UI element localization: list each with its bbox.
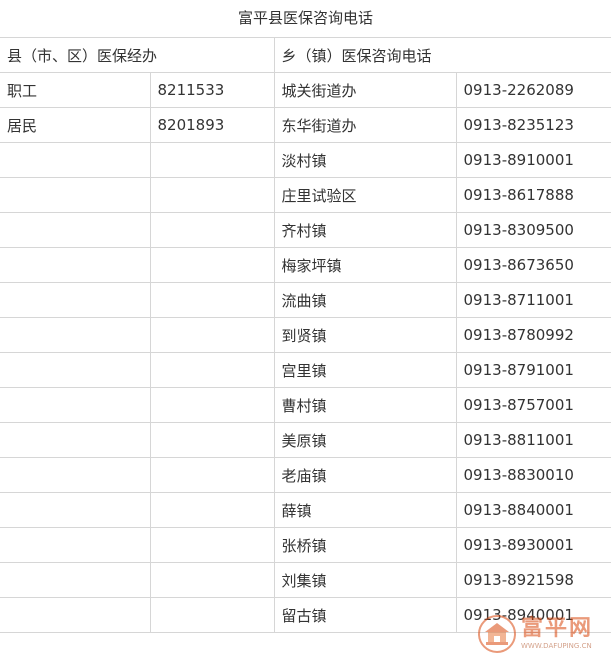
table-row: 曹村镇 0913-8757001 xyxy=(0,387,611,423)
empty-cell xyxy=(0,142,151,178)
empty-cell xyxy=(149,562,275,598)
township-name-cell: 张桥镇 xyxy=(273,527,457,563)
township-phone-cell: 0913-8617888 xyxy=(455,177,611,213)
township-phone-cell: 0913-2262089 xyxy=(455,72,611,108)
township-name-cell: 留古镇 xyxy=(273,597,457,633)
table-header-row: 县（市、区）医保经办 乡（镇）医保咨询电话 xyxy=(0,37,611,73)
township-name-cell: 齐村镇 xyxy=(273,212,457,248)
empty-cell xyxy=(149,457,275,493)
empty-cell xyxy=(0,352,151,388)
township-name-cell: 淡村镇 xyxy=(273,142,457,178)
township-name-cell: 流曲镇 xyxy=(273,282,457,318)
empty-cell xyxy=(0,562,151,598)
empty-cell xyxy=(0,422,151,458)
watermark-text: 富平网 xyxy=(521,616,594,641)
empty-cell xyxy=(0,282,151,318)
empty-cell xyxy=(0,177,151,213)
empty-cell xyxy=(149,492,275,528)
empty-cell xyxy=(0,387,151,423)
table-row: 居民 8201893 东华街道办 0913-8235123 xyxy=(0,107,611,143)
empty-cell xyxy=(149,527,275,563)
empty-cell xyxy=(149,352,275,388)
empty-cell xyxy=(149,212,275,248)
table-row: 老庙镇 0913-8830010 xyxy=(0,457,611,493)
page-title: 富平县医保咨询电话 xyxy=(237,9,373,27)
township-name-cell: 刘集镇 xyxy=(273,562,457,598)
empty-cell xyxy=(149,247,275,283)
table-row: 流曲镇 0913-8711001 xyxy=(0,282,611,318)
township-phone-cell: 0913-8673650 xyxy=(455,247,611,283)
table-row: 职工 8211533 城关街道办 0913-2262089 xyxy=(0,72,611,108)
empty-cell xyxy=(0,527,151,563)
township-name-cell: 城关街道办 xyxy=(273,72,457,108)
gate-tower-icon xyxy=(478,615,516,653)
township-name-cell: 美原镇 xyxy=(273,422,457,458)
township-name-cell: 老庙镇 xyxy=(273,457,457,493)
table-row: 到贤镇 0913-8780992 xyxy=(0,317,611,353)
township-phone-cell: 0913-8711001 xyxy=(455,282,611,318)
contact-table: 县（市、区）医保经办 乡（镇）医保咨询电话 职工 8211533 城关街道办 0913… xyxy=(0,37,611,633)
empty-cell xyxy=(0,317,151,353)
township-name-cell: 曹村镇 xyxy=(273,387,457,423)
township-phone-cell: 0913-8840001 xyxy=(455,492,611,528)
township-phone-cell: 0913-8910001 xyxy=(455,142,611,178)
empty-cell xyxy=(0,212,151,248)
empty-cell xyxy=(0,247,151,283)
table-row: 淡村镇 0913-8910001 xyxy=(0,142,611,178)
township-phone-cell: 0913-8811001 xyxy=(455,422,611,458)
township-name-cell: 梅家坪镇 xyxy=(273,247,457,283)
township-phone-cell: 0913-8780992 xyxy=(455,317,611,353)
empty-cell xyxy=(149,177,275,213)
township-phone-cell: 0913-8791001 xyxy=(455,352,611,388)
county-name-cell: 居民 xyxy=(0,107,151,143)
empty-cell xyxy=(149,422,275,458)
township-phone-cell: 0913-8830010 xyxy=(455,457,611,493)
empty-cell xyxy=(149,142,275,178)
table-row: 薛镇 0913-8840001 xyxy=(0,492,611,528)
table-row: 张桥镇 0913-8930001 xyxy=(0,527,611,563)
township-name-cell: 薛镇 xyxy=(273,492,457,528)
township-name-cell: 东华街道办 xyxy=(273,107,457,143)
watermark-subtext: WWW.DAFUPING.CN xyxy=(521,642,592,650)
township-name-cell: 宫里镇 xyxy=(273,352,457,388)
township-heading: 乡（镇）医保咨询电话 xyxy=(273,37,611,73)
site-watermark: 富平网 WWW.DAFUPING.CN xyxy=(477,612,605,656)
empty-cell xyxy=(0,597,151,633)
county-name-cell: 职工 xyxy=(0,72,151,108)
empty-cell xyxy=(0,492,151,528)
empty-cell xyxy=(149,597,275,633)
empty-cell xyxy=(149,317,275,353)
table-row: 刘集镇 0913-8921598 xyxy=(0,562,611,598)
township-phone-cell: 0913-8235123 xyxy=(455,107,611,143)
township-name-cell: 庄里试验区 xyxy=(273,177,457,213)
contact-table-body: 县（市、区）医保经办 乡（镇）医保咨询电话 职工 8211533 城关街道办 0913… xyxy=(0,37,611,633)
empty-cell xyxy=(0,457,151,493)
table-row: 宫里镇 0913-8791001 xyxy=(0,352,611,388)
township-phone-cell: 0913-8757001 xyxy=(455,387,611,423)
table-row: 庄里试验区 0913-8617888 xyxy=(0,177,611,213)
county-heading: 县（市、区）医保经办 xyxy=(0,37,275,73)
table-row: 梅家坪镇 0913-8673650 xyxy=(0,247,611,283)
county-phone-cell: 8201893 xyxy=(149,107,275,143)
empty-cell xyxy=(149,387,275,423)
township-name-cell: 到贤镇 xyxy=(273,317,457,353)
county-phone-cell: 8211533 xyxy=(149,72,275,108)
table-row: 美原镇 0913-8811001 xyxy=(0,422,611,458)
township-phone-cell: 0913-8921598 xyxy=(455,562,611,598)
township-phone-cell: 0913-8930001 xyxy=(455,527,611,563)
empty-cell xyxy=(149,282,275,318)
township-phone-cell: 0913-8309500 xyxy=(455,212,611,248)
table-row: 齐村镇 0913-8309500 xyxy=(0,212,611,248)
